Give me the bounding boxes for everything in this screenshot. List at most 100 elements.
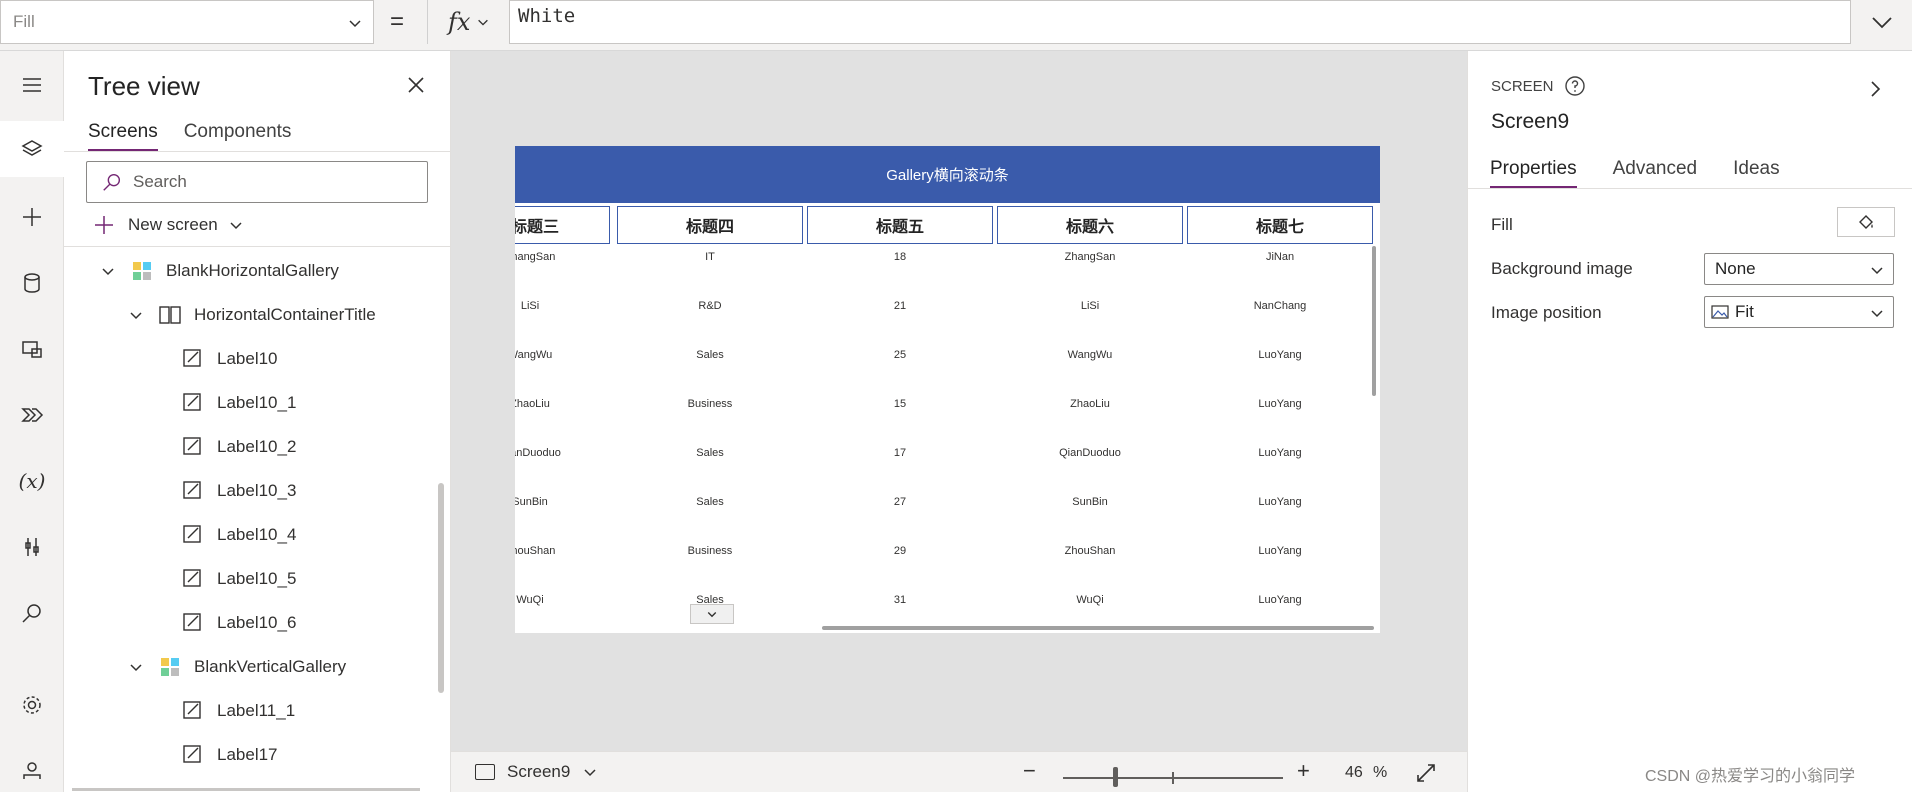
gallery-cell[interactable]: Sales	[617, 496, 803, 516]
gallery-cell[interactable]: SunBin	[515, 496, 623, 516]
gallery-cell[interactable]: JiNan	[1187, 251, 1373, 271]
close-icon[interactable]	[404, 73, 428, 97]
gallery-cell[interactable]: 29	[807, 545, 993, 565]
tree-item[interactable]: BlankHorizontalGallery	[64, 249, 434, 293]
gallery-cell[interactable]: 17	[807, 447, 993, 467]
gallery-cell[interactable]: QianDuoduo	[997, 447, 1183, 467]
gallery-cell[interactable]: ZhangSan	[515, 251, 623, 271]
zoom-value[interactable]: 46	[1345, 764, 1363, 782]
gallery-cell[interactable]: LuoYang	[1187, 496, 1373, 516]
zoom-out-button[interactable]: −	[1023, 758, 1036, 784]
app-screen[interactable]: Gallery横向滚动条 标题三 标题四 标题五 标题六 标题七 ZhangSa…	[515, 146, 1380, 633]
gallery-cell[interactable]: QianDuoduo	[515, 447, 623, 467]
tree-item[interactable]: Label10_6	[64, 601, 434, 645]
gallery-next-button[interactable]	[690, 604, 734, 624]
tree-item[interactable]: Label17	[64, 733, 434, 777]
chevron-right-icon[interactable]	[1865, 79, 1885, 99]
tab-advanced[interactable]: Advanced	[1613, 158, 1698, 189]
gallery-cell[interactable]: Sales	[617, 447, 803, 467]
column-header[interactable]: 标题五	[807, 206, 993, 244]
chevron-down-icon[interactable]	[100, 263, 116, 279]
media-button[interactable]	[0, 321, 64, 377]
gallery-cell[interactable]: LuoYang	[1187, 594, 1373, 614]
menu-button[interactable]	[0, 57, 64, 113]
new-screen-button[interactable]: New screen	[92, 213, 244, 237]
tab-properties[interactable]: Properties	[1490, 158, 1577, 189]
gallery-cell[interactable]: LiSi	[997, 300, 1183, 320]
gallery-cell[interactable]: WuQi	[997, 594, 1183, 614]
screen-picker[interactable]: Screen9	[475, 762, 598, 782]
tree-item[interactable]: HorizontalContainerTitle	[64, 293, 434, 337]
tree-item[interactable]: Label10_3	[64, 469, 434, 513]
tree-item[interactable]: Label10	[64, 337, 434, 381]
tree-item[interactable]: Label10_4	[64, 513, 434, 557]
gallery-vertical-scrollbar[interactable]	[1372, 246, 1376, 396]
image-position-dropdown[interactable]: Fit	[1704, 296, 1894, 328]
tree-search-box[interactable]	[86, 161, 428, 203]
zoom-slider-thumb[interactable]	[1113, 767, 1118, 787]
tab-ideas[interactable]: Ideas	[1733, 158, 1779, 189]
chevron-down-icon[interactable]	[128, 307, 144, 323]
search-input[interactable]	[133, 172, 413, 192]
tree-item[interactable]: Label10_2	[64, 425, 434, 469]
function-button[interactable]: fx	[427, 0, 509, 44]
tree-scrollbar[interactable]	[438, 483, 444, 693]
tree-view-button[interactable]	[0, 121, 64, 177]
gallery-cell[interactable]: LuoYang	[1187, 545, 1373, 565]
power-automate-button[interactable]	[0, 387, 64, 443]
gallery-cell[interactable]: WangWu	[515, 349, 623, 369]
tab-screens[interactable]: Screens	[88, 121, 158, 152]
data-button[interactable]	[0, 255, 64, 311]
gallery-cell[interactable]: ZhaoLiu	[997, 398, 1183, 418]
gallery-cell[interactable]: ZhangSan	[997, 251, 1183, 271]
variables-button[interactable]: (𝑥)	[0, 453, 64, 509]
zoom-in-button[interactable]: +	[1297, 758, 1310, 784]
tree-item[interactable]: Label10_1	[64, 381, 434, 425]
gallery-cell[interactable]: ZhaoLiu	[515, 398, 623, 418]
tree-item[interactable]: Label10_5	[64, 557, 434, 601]
gallery-cell[interactable]: LiSi	[515, 300, 623, 320]
fit-to-window-icon[interactable]	[1415, 762, 1437, 784]
gallery-cell[interactable]: 18	[807, 251, 993, 271]
gallery-cell[interactable]: NanChang	[1187, 300, 1373, 320]
gallery-cell[interactable]: ZhouShan	[515, 545, 623, 565]
gallery-horizontal-scrollbar[interactable]	[822, 626, 1374, 630]
gallery-cell[interactable]: Business	[617, 545, 803, 565]
tree-item[interactable]: Label11_1	[64, 689, 434, 733]
gallery-cell[interactable]: LuoYang	[1187, 349, 1373, 369]
fill-color-picker[interactable]	[1837, 207, 1895, 237]
gallery-cell[interactable]: 15	[807, 398, 993, 418]
advanced-tools-button[interactable]	[0, 519, 64, 575]
column-header[interactable]: 标题七	[1187, 206, 1373, 244]
gallery-cell[interactable]: R&D	[617, 300, 803, 320]
virtual-agent-button[interactable]	[0, 743, 64, 792]
gallery-cell[interactable]: LuoYang	[1187, 398, 1373, 418]
gallery-cell[interactable]: 31	[807, 594, 993, 614]
app-header[interactable]: Gallery横向滚动条	[515, 146, 1380, 203]
gallery-cell[interactable]: WangWu	[997, 349, 1183, 369]
expand-formula-button[interactable]	[1852, 0, 1912, 44]
column-header[interactable]: 标题三	[515, 206, 610, 244]
search-button[interactable]	[0, 585, 64, 641]
tree-item[interactable]: BlankVerticalGallery	[64, 645, 434, 689]
insert-button[interactable]	[0, 189, 64, 245]
gallery-cell[interactable]: 25	[807, 349, 993, 369]
formula-input[interactable]: White	[509, 0, 1851, 44]
gallery-cell[interactable]: Sales	[617, 349, 803, 369]
chevron-down-icon[interactable]	[128, 659, 144, 675]
background-image-dropdown[interactable]: None	[1704, 253, 1894, 285]
gallery-cell[interactable]: Business	[617, 398, 803, 418]
gallery-cell[interactable]: IT	[617, 251, 803, 271]
gallery-cell[interactable]: 27	[807, 496, 993, 516]
column-header[interactable]: 标题四	[617, 206, 803, 244]
property-dropdown[interactable]: Fill	[0, 0, 374, 44]
help-icon[interactable]	[1564, 75, 1586, 97]
gallery-cell[interactable]: ZhouShan	[997, 545, 1183, 565]
column-header[interactable]: 标题六	[997, 206, 1183, 244]
gallery-cell[interactable]: 21	[807, 300, 993, 320]
tab-components[interactable]: Components	[184, 121, 292, 152]
gallery-cell[interactable]: SunBin	[997, 496, 1183, 516]
settings-button[interactable]	[0, 677, 64, 733]
gallery-cell[interactable]: LuoYang	[1187, 447, 1373, 467]
gallery-cell[interactable]: WuQi	[515, 594, 623, 614]
